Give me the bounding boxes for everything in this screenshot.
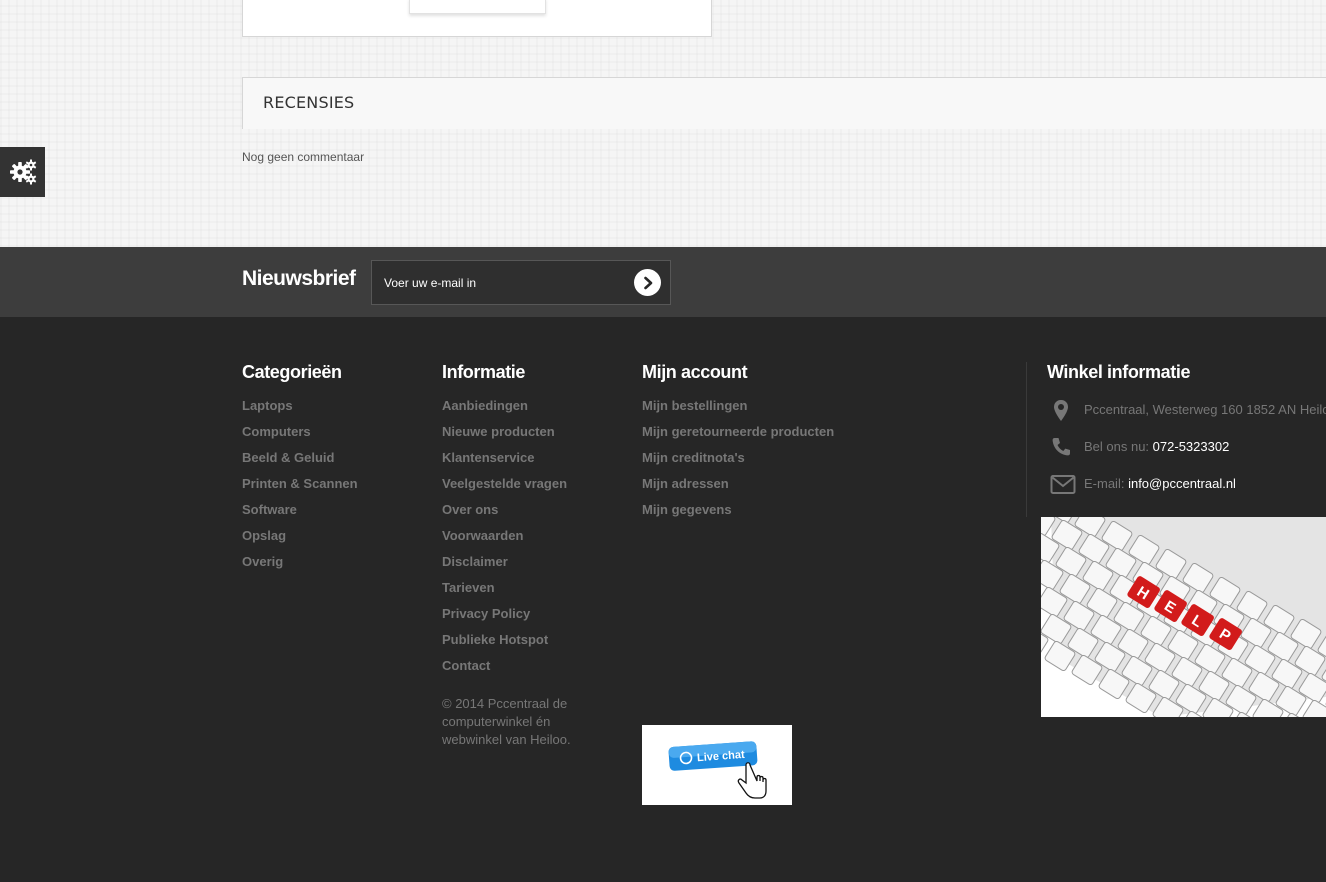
account-link-bestellingen[interactable]: Mijn bestellingen	[642, 398, 747, 413]
email-label: E-mail:	[1084, 476, 1125, 491]
account-link-gegevens[interactable]: Mijn gegevens	[642, 502, 732, 517]
copyright-text: © 2014 Pccentraal de computerwinkel én w…	[442, 696, 571, 747]
phone-label: Bel ons nu:	[1084, 439, 1150, 454]
account-link-geretourneerde-producten[interactable]: Mijn geretourneerde producten	[642, 424, 834, 439]
account-column: Mijn account Mijn bestellingen Mijn gere…	[642, 362, 834, 527]
account-link-adressen[interactable]: Mijn adressen	[642, 476, 729, 491]
info-link-disclaimer[interactable]: Disclaimer	[442, 554, 508, 569]
chevron-right-icon	[643, 276, 652, 289]
category-link-overig[interactable]: Overig	[242, 554, 283, 569]
category-link-computers[interactable]: Computers	[242, 424, 311, 439]
info-link-nieuwe-producten[interactable]: Nieuwe producten	[442, 424, 555, 439]
settings-button[interactable]	[0, 147, 45, 197]
information-column: Informatie Aanbiedingen Nieuwe producten…	[442, 362, 587, 749]
phone-icon	[1052, 438, 1070, 456]
newsletter-title: Nieuwsbrief	[242, 267, 356, 290]
category-link-printen-scannen[interactable]: Printen & Scannen	[242, 476, 358, 491]
reviews-tab: RECENSIES	[242, 77, 1326, 129]
info-link-tarieven[interactable]: Tarieven	[442, 580, 495, 595]
categories-list: Laptops Computers Beeld & Geluid Printen…	[242, 397, 358, 579]
help-keyboard-image[interactable]: H E L P	[1041, 517, 1326, 717]
no-comments-text: Nog geen commentaar	[242, 150, 365, 164]
info-link-klantenservice[interactable]: Klantenservice	[442, 450, 535, 465]
account-list: Mijn bestellingen Mijn geretourneerde pr…	[642, 397, 834, 527]
newsletter-submit-button[interactable]	[634, 269, 661, 296]
category-link-beeld-geluid[interactable]: Beeld & Geluid	[242, 450, 334, 465]
info-link-privacy-policy[interactable]: Privacy Policy	[442, 606, 530, 621]
dropdown-menu[interactable]	[409, 0, 546, 14]
shop-info-title: Winkel informatie	[1047, 362, 1191, 382]
newsletter-email-input[interactable]	[371, 260, 671, 305]
categories-column: Categorieën Laptops Computers Beeld & Ge…	[242, 362, 358, 579]
information-title: Informatie	[442, 362, 526, 382]
information-list: Aanbiedingen Nieuwe producten Klantenser…	[442, 397, 587, 683]
address-text: Pccentraal, Westerweg 160 1852 AN Heiloo	[1084, 402, 1326, 417]
account-title: Mijn account	[642, 362, 748, 382]
envelope-icon	[1050, 475, 1076, 494]
phone-number[interactable]: 072-5323302	[1153, 439, 1230, 454]
categories-title: Categorieën	[242, 362, 342, 382]
product-info-box	[242, 0, 712, 37]
category-link-software[interactable]: Software	[242, 502, 297, 517]
reviews-title: RECENSIES	[263, 93, 355, 112]
account-link-creditnotas[interactable]: Mijn creditnota's	[642, 450, 745, 465]
info-link-over-ons[interactable]: Over ons	[442, 502, 498, 517]
live-chat-button[interactable]: Live chat	[642, 725, 792, 805]
map-marker-icon	[1054, 400, 1068, 421]
info-link-contact[interactable]: Contact	[442, 658, 490, 673]
category-link-laptops[interactable]: Laptops	[242, 398, 293, 413]
info-link-publieke-hotspot[interactable]: Publieke Hotspot	[442, 632, 548, 647]
live-chat-graphic: Live chat	[668, 741, 767, 799]
newsletter-bar: Nieuwsbrief	[0, 247, 1326, 317]
gears-icon	[9, 159, 36, 185]
info-link-aanbiedingen[interactable]: Aanbiedingen	[442, 398, 528, 413]
shop-info-block: Winkel informatie Pccentraal, Westerweg …	[1026, 362, 1326, 517]
info-link-voorwaarden[interactable]: Voorwaarden	[442, 528, 523, 543]
hand-cursor-icon	[737, 762, 767, 799]
category-link-opslag[interactable]: Opslag	[242, 528, 286, 543]
product-content-area: RECENSIES Nog geen commentaar	[0, 0, 1326, 247]
keyboard-graphic: H E L P	[1041, 517, 1326, 717]
info-link-faq[interactable]: Veelgestelde vragen	[442, 476, 567, 491]
email-link[interactable]: info@pccentraal.nl	[1128, 476, 1236, 491]
